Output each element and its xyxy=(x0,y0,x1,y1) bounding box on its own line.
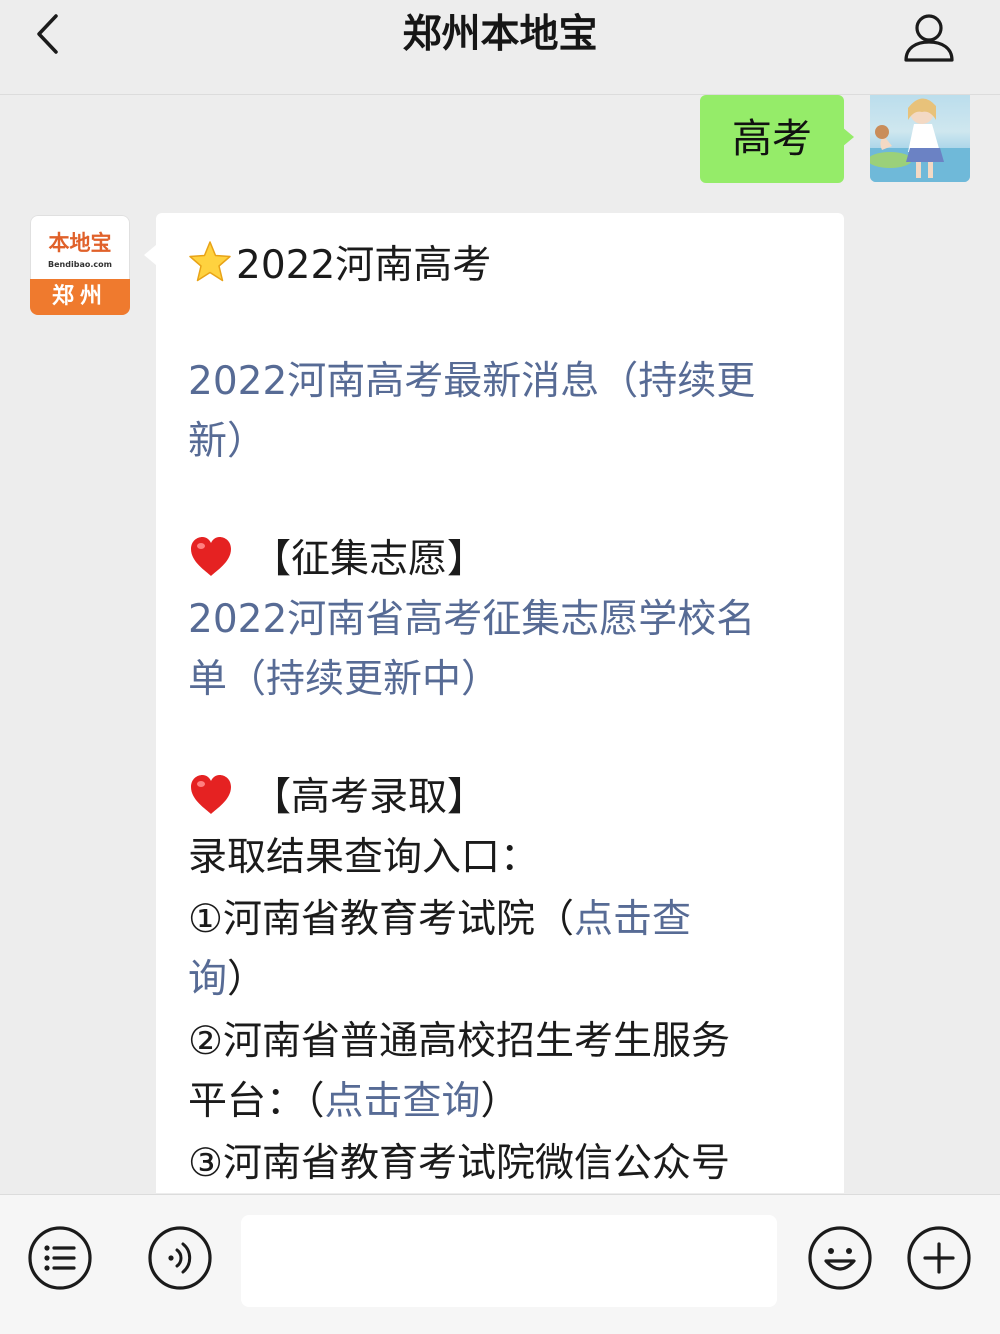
list-menu-icon[interactable] xyxy=(27,1225,93,1291)
query-item-1-close: ） xyxy=(227,957,267,1002)
query-item-1-link-cont[interactable]: 询 xyxy=(188,957,227,1002)
account-avatar[interactable]: 本地宝 Bendibao.com 郑州 xyxy=(30,215,130,315)
query-item-1: ①河南省教育考试院（点击查 xyxy=(188,890,691,950)
query-item-2-cont: 平台：（点击查询） xyxy=(188,1072,520,1132)
chat-title: 郑州本地宝 xyxy=(402,12,598,57)
voice-icon[interactable] xyxy=(147,1225,213,1291)
query-item-2-link[interactable]: 点击查询 xyxy=(325,1079,481,1124)
plus-icon[interactable] xyxy=(906,1225,972,1291)
volunteer-schools-link[interactable]: 2022河南省高考征集志愿学校名 xyxy=(188,590,755,650)
section-admission-title: 【高考录取】 xyxy=(252,775,487,820)
star-icon xyxy=(189,241,231,282)
heart-icon xyxy=(191,775,231,814)
avatar-city-badge: 郑州 xyxy=(30,279,130,315)
query-item-3-text: ③河南省教育考试院微信公众号 xyxy=(188,1141,730,1186)
query-item-1-link[interactable]: 点击查 xyxy=(574,897,691,942)
heart-icon xyxy=(191,537,231,576)
query-item-2-label: 平台：（ xyxy=(188,1079,325,1124)
query-item-1-text: ①河南省教育考试院（ xyxy=(188,897,574,942)
top-nav-bar: 郑州本地宝 xyxy=(0,0,1000,95)
avatar-url-text: Bendibao.com xyxy=(48,260,112,269)
outgoing-bubble-tail xyxy=(842,127,854,147)
section-volunteer-heading: 【征集志愿】 xyxy=(188,530,486,590)
message-title: 2022河南高考 xyxy=(236,243,492,288)
query-item-2-text: ②河南省普通高校招生考生服务 xyxy=(188,1019,730,1064)
latest-news-link-cont[interactable]: 新） xyxy=(188,412,266,472)
avatar-brand-text: 本地宝 xyxy=(48,230,112,255)
message-title-line: 2022河南高考 xyxy=(188,236,491,296)
message-input[interactable] xyxy=(241,1215,777,1307)
outgoing-message-bubble[interactable]: 高考 xyxy=(700,95,844,183)
anime-girl-illustration xyxy=(870,98,970,182)
volunteer-schools-link-cont[interactable]: 单（持续更新中） xyxy=(188,650,500,710)
query-entry-text: 录取结果查询入口： xyxy=(188,835,540,880)
incoming-bubble-tail xyxy=(144,245,156,265)
latest-news-link[interactable]: 2022河南高考最新消息（持续更 xyxy=(188,352,755,412)
query-item-1-cont: 询） xyxy=(188,950,266,1010)
section-volunteer-title: 【征集志愿】 xyxy=(252,537,487,582)
query-item-2-close: ） xyxy=(480,1079,520,1124)
self-avatar[interactable] xyxy=(870,95,970,182)
smiley-icon[interactable] xyxy=(807,1225,873,1291)
section-admission-heading: 【高考录取】 xyxy=(188,768,486,828)
bottom-input-bar xyxy=(0,1194,1000,1334)
user-icon[interactable] xyxy=(900,8,958,66)
